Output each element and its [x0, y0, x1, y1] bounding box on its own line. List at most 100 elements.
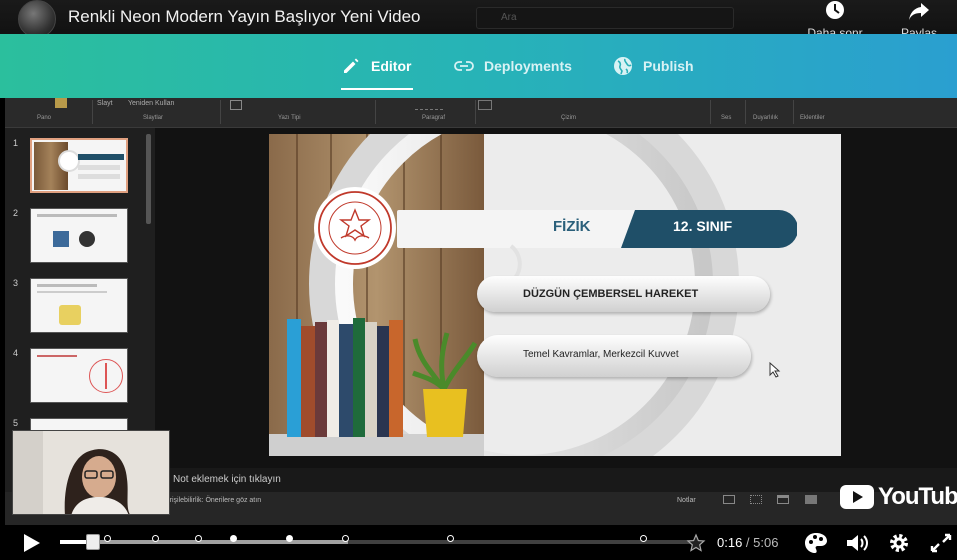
slide-thumbnail[interactable] — [30, 348, 128, 403]
ribbon-reuse-button[interactable]: Yeniden Kullan — [128, 100, 174, 107]
subtopic-title: Temel Kavramlar, Merkezcil Kuvvet — [523, 349, 679, 360]
mouse-cursor-icon — [769, 362, 781, 378]
fullscreen-icon[interactable] — [928, 531, 954, 555]
chapter-marker[interactable] — [104, 535, 111, 542]
video-title-bar: Renkli Neon Modern Yayın Başlıyor Yeni V… — [0, 0, 957, 40]
slide-thumbnail[interactable] — [30, 208, 128, 263]
progress-bar[interactable] — [60, 534, 700, 550]
align-icon[interactable] — [415, 100, 443, 110]
ribbon-row: Slayt Yeniden Kullan — [5, 98, 957, 114]
notes-pane[interactable]: Not eklemek için tıklayın — [155, 468, 957, 492]
paste-icon[interactable] — [55, 98, 67, 108]
thumbnail-number: 1 — [13, 138, 19, 148]
font-color-icon[interactable] — [230, 100, 242, 110]
subject-banner — [397, 210, 797, 248]
ribbon: Slayt Yeniden Kullan Pano Slaytlar Yazı … — [5, 98, 957, 128]
subject-label: FİZİK — [553, 218, 591, 235]
current-time: 0:16 — [717, 535, 743, 550]
grade-label: 12. SINIF — [673, 218, 733, 234]
potted-plant — [412, 332, 478, 437]
tab-publish-label: Publish — [643, 58, 694, 74]
tab-deployments-label: Deployments — [484, 58, 572, 74]
thumbnail-number: 2 — [13, 208, 19, 218]
notes-placeholder: Not eklemek için tıklayın — [173, 474, 281, 485]
youtube-logo-text: YouTube — [878, 483, 957, 510]
search-input[interactable]: Ara — [476, 7, 734, 29]
time-separator: / — [742, 535, 754, 550]
buffered-bar — [60, 540, 348, 544]
autoplay-star-icon[interactable] — [686, 531, 706, 555]
slideshow-icon[interactable] — [805, 495, 817, 504]
shapes-icon[interactable] — [478, 100, 492, 110]
chapter-marker[interactable] — [152, 535, 159, 542]
chapter-marker[interactable] — [640, 535, 647, 542]
book-spine — [315, 322, 327, 437]
share-button[interactable]: Paylaş — [884, 0, 954, 40]
tab-deployments[interactable]: Deployments — [454, 34, 572, 98]
tab-editor[interactable]: Editor — [341, 34, 413, 98]
pencil-icon — [344, 58, 359, 73]
top-nav-bar: Editor Deployments Publish — [0, 34, 957, 98]
accessibility-status[interactable]: Erişilebilirlik: Önerilere göz atın — [165, 497, 261, 504]
ribbon-group-audio: Ses — [721, 115, 732, 121]
duration: 5:06 — [753, 535, 779, 550]
presenter-video — [13, 431, 169, 514]
clock-icon — [826, 1, 844, 19]
ambient-palette-icon[interactable] — [803, 531, 829, 555]
chapter-marker[interactable] — [342, 535, 349, 542]
reading-view-icon[interactable] — [777, 495, 789, 504]
ribbon-group-font: Yazı Tipi — [278, 115, 301, 121]
ribbon-divider — [92, 100, 93, 124]
book-spine — [353, 318, 365, 437]
ribbon-group-pano: Pano — [37, 115, 52, 121]
ribbon-group-drawing: Çizim — [561, 115, 576, 121]
normal-view-icon[interactable] — [723, 495, 735, 504]
tab-editor-label: Editor — [371, 58, 412, 74]
book-spine — [389, 320, 403, 437]
globe-icon — [614, 57, 632, 75]
chapter-marker[interactable] — [230, 535, 237, 542]
slide-sorter-icon[interactable] — [750, 495, 762, 504]
chapter-marker[interactable] — [195, 535, 202, 542]
video-title[interactable]: Renkli Neon Modern Yayın Başlıyor Yeni V… — [68, 7, 421, 27]
topic-title: DÜZGÜN ÇEMBERSEL HAREKET — [523, 288, 699, 300]
youtube-play-logo-icon — [840, 485, 874, 509]
ribbon-divider — [375, 100, 376, 124]
player-controls: 0:16 / 5:06 — [0, 525, 957, 560]
link-icon — [454, 61, 474, 71]
play-icon[interactable] — [18, 531, 44, 555]
active-tab-underline — [341, 88, 413, 90]
book-spine — [377, 326, 389, 437]
channel-avatar[interactable] — [18, 0, 56, 38]
ministry-seal-logo — [314, 187, 396, 269]
slide-thumbnail[interactable] — [30, 278, 128, 333]
book-spine — [287, 319, 301, 437]
ribbon-group-slaytlar: Slaytlar — [143, 115, 164, 121]
thumbnail-number: 4 — [13, 348, 19, 358]
slide-thumbnail[interactable] — [30, 138, 128, 193]
ribbon-divider — [220, 100, 221, 124]
scrubber-handle[interactable] — [86, 534, 101, 550]
chapter-marker[interactable] — [286, 535, 293, 542]
tab-publish[interactable]: Publish — [613, 34, 694, 98]
book-spine — [339, 324, 353, 437]
settings-gear-icon[interactable] — [886, 531, 912, 555]
webcam-feed — [12, 430, 170, 515]
chapter-marker[interactable] — [447, 535, 454, 542]
title-slide: FİZİK 12. SINIF DÜZGÜN ÇEMBERSEL HAREKET… — [269, 134, 841, 456]
thumbnail-scrollbar[interactable] — [146, 134, 151, 224]
youtube-logo[interactable]: YouTube — [840, 483, 957, 511]
ribbon-divider — [710, 100, 711, 124]
ribbon-divider — [793, 100, 794, 124]
thumbnail-number: 3 — [13, 278, 19, 288]
thumbnail-number: 5 — [13, 418, 19, 428]
ribbon-group-addins: Eklentiler — [800, 115, 825, 121]
book-spine — [301, 326, 315, 437]
volume-icon[interactable] — [844, 531, 870, 555]
watch-later-button[interactable]: Daha sonr — [800, 0, 870, 40]
ribbon-divider — [475, 100, 476, 124]
share-icon — [909, 3, 929, 20]
ribbon-divider — [745, 100, 746, 124]
notes-toggle[interactable]: Notlar — [677, 497, 696, 504]
ribbon-slide-button[interactable]: Slayt — [97, 100, 113, 107]
